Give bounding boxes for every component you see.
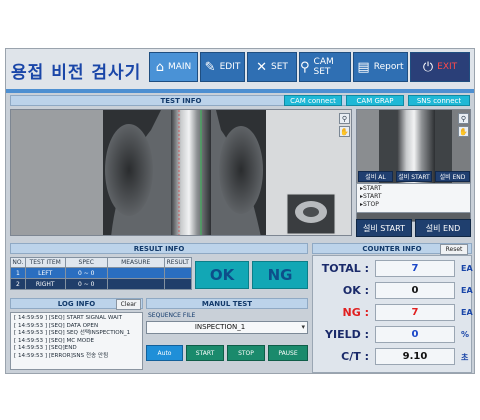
log-line: [ 14:59:53 ] [ERROR]SNS 전송 안됨 <box>14 352 109 359</box>
camera-search-icon: ⚲ <box>300 59 310 75</box>
cycle-time-value: 9.10 <box>375 348 455 365</box>
log-line: [ 14:59:53 ] [SEQ] MC MODE <box>14 337 95 344</box>
table-row[interactable]: 2 RIGHT 0 ~ 0 <box>10 278 193 290</box>
camera-main-image <box>11 110 351 235</box>
facility-al-button[interactable]: 설비 AL <box>358 171 393 182</box>
nav-main-button[interactable]: ⌂ MAIN <box>149 52 198 82</box>
facility-start-button[interactable]: 설비 START <box>356 219 412 237</box>
cycle-time-unit: 초 <box>461 353 469 362</box>
result-table: NO. TEST ITEM SPEC MEASURE RESULT 1 LEFT… <box>10 257 193 290</box>
cell-item: LEFT <box>24 267 66 279</box>
column-header: MEASURE <box>106 257 165 268</box>
pan-hand-icon[interactable]: ✋ <box>458 126 469 137</box>
yield-value: 0 <box>375 326 455 343</box>
screen: 용접 비전 검사기 ⌂ MAIN ✎ EDIT ✕ SET ⚲ CAM SET … <box>0 0 480 420</box>
cell-result <box>163 267 193 279</box>
cell-measure <box>106 278 165 290</box>
sequence-file-value: INSPECTION_1 <box>194 323 246 331</box>
log-list[interactable]: [ 14:59:59 ] [SEQ] START SIGNAL WAIT [ 1… <box>10 312 143 370</box>
ok-indicator: OK <box>195 261 249 289</box>
tools-icon: ✕ <box>256 59 267 75</box>
start-button[interactable]: START <box>186 345 224 361</box>
cell-item: RIGHT <box>24 278 66 290</box>
yield-label: YIELD : <box>325 328 369 341</box>
nav-set-label: SET <box>271 62 288 72</box>
list-item: ▸START <box>360 185 382 192</box>
nav-edit-button[interactable]: ✎ EDIT <box>200 52 245 82</box>
total-label: TOTAL : <box>321 262 369 275</box>
total-unit: EA <box>461 264 473 273</box>
nav-exit-button[interactable]: ⏻ EXIT <box>410 52 470 82</box>
camera-main-view[interactable]: ⚲ ✋ <box>10 109 352 236</box>
zoom-icon[interactable]: ⚲ <box>339 113 350 124</box>
zoom-icon[interactable]: ⚲ <box>458 113 469 124</box>
nav-set-button[interactable]: ✕ SET <box>247 52 297 82</box>
nav-edit-label: EDIT <box>219 62 241 72</box>
reset-button[interactable]: Reset <box>440 244 468 255</box>
cell-measure <box>106 267 165 279</box>
nav-report-button[interactable]: ▤ Report <box>353 52 408 82</box>
log-line: [ 14:59:53 ] [SEQ] SEQ 선택INSPECTION_1 <box>14 330 131 337</box>
inspection-app-window: 용접 비전 검사기 ⌂ MAIN ✎ EDIT ✕ SET ⚲ CAM SET … <box>5 48 475 374</box>
ok-label: OK : <box>342 284 369 297</box>
printer-icon: ▤ <box>357 59 370 75</box>
pencil-icon: ✎ <box>204 59 216 75</box>
ok-unit: EA <box>461 286 473 295</box>
nav-camset-button[interactable]: ⚲ CAM SET <box>299 52 351 82</box>
list-item: ▸START <box>360 193 382 200</box>
header-divider <box>6 89 474 93</box>
nav-exit-label: EXIT <box>437 62 458 72</box>
sequence-file-label: SEQUENCE FILE <box>148 312 196 319</box>
nav-main-label: MAIN <box>167 62 192 72</box>
column-header: TEST ITEM <box>24 257 66 268</box>
ng-unit: EA <box>461 308 473 317</box>
tab-sns-connect[interactable]: SNS connect <box>408 95 470 106</box>
header-bar: 용접 비전 검사기 ⌂ MAIN ✎ EDIT ✕ SET ⚲ CAM SET … <box>6 49 474 89</box>
facility-end-small-button[interactable]: 설비 END <box>435 171 470 182</box>
cell-no: 1 <box>10 267 26 279</box>
yield-unit: % <box>461 330 470 339</box>
pause-button[interactable]: PAUSE <box>268 345 308 361</box>
log-line: [ 14:59:53 ] [SEQ]END <box>14 345 77 352</box>
nav-report-label: Report <box>373 62 404 72</box>
cell-spec: 0 ~ 0 <box>64 267 108 279</box>
column-header: SPEC <box>64 257 108 268</box>
manual-test-title: MANUL TEST <box>146 298 308 309</box>
column-header: RESULT <box>163 257 193 268</box>
pan-hand-icon[interactable]: ✋ <box>339 126 350 137</box>
column-header: NO. <box>10 257 26 268</box>
power-icon: ⏻ <box>422 59 434 75</box>
auto-button[interactable]: Auto <box>146 345 183 361</box>
facility-end-button[interactable]: 설비 END <box>415 219 471 237</box>
cell-result <box>163 278 193 290</box>
signal-log-list[interactable]: ▸START ▸START ▸STOP <box>356 183 471 213</box>
log-line: [ 14:59:59 ] [SEQ] START SIGNAL WAIT <box>14 315 123 321</box>
clear-log-button[interactable]: Clear <box>116 299 141 310</box>
ok-value: 0 <box>375 282 455 299</box>
ng-indicator: NG <box>252 261 308 289</box>
ng-value: 7 <box>375 304 455 321</box>
nav-camset-label: CAM SET <box>313 57 334 77</box>
result-info-title: RESULT INFO <box>10 243 308 254</box>
table-row[interactable]: 1 LEFT 0 ~ 0 <box>10 267 193 279</box>
facility-start-small-button[interactable]: 설비 START <box>396 171 432 182</box>
table-header-row: NO. TEST ITEM SPEC MEASURE RESULT <box>10 257 193 268</box>
tab-cam-grab[interactable]: CAM GRAP <box>346 95 404 106</box>
home-icon: ⌂ <box>155 59 164 75</box>
chevron-down-icon: ▾ <box>301 323 305 331</box>
counter-panel: TOTAL : 7 EA OK : 0 EA NG : 7 EA YIELD :… <box>312 255 473 373</box>
stop-button[interactable]: STOP <box>227 345 265 361</box>
list-item: ▸STOP <box>360 201 379 208</box>
cell-no: 2 <box>10 278 26 290</box>
tab-cam-connect[interactable]: CAM connect <box>284 95 342 106</box>
app-title: 용접 비전 검사기 <box>11 63 142 83</box>
sequence-file-select[interactable]: INSPECTION_1 ▾ <box>146 321 308 334</box>
total-value: 7 <box>375 260 455 277</box>
cycle-time-label: C/T : <box>341 350 369 363</box>
cell-spec: 0 ~ 0 <box>64 278 108 290</box>
ng-label: NG : <box>342 306 369 319</box>
